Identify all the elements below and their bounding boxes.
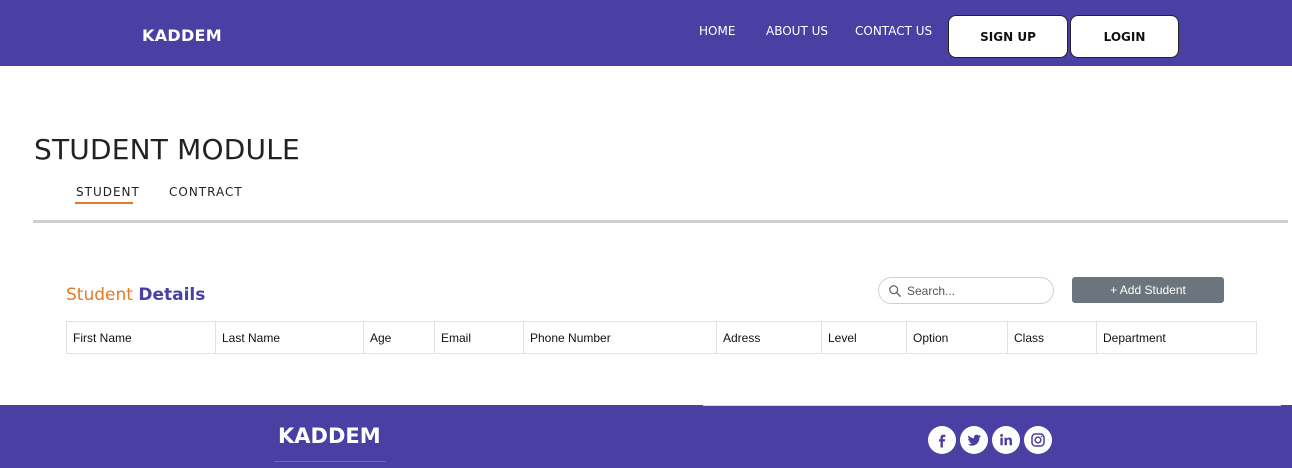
column-header-first-name[interactable]: First Name bbox=[66, 321, 216, 354]
tabs-divider bbox=[33, 220, 1288, 223]
footer bbox=[0, 405, 1292, 468]
tab-contract[interactable]: CONTRACT bbox=[169, 185, 243, 199]
nav-link-home[interactable]: HOME bbox=[699, 24, 735, 38]
section-title: Student Details bbox=[66, 285, 205, 305]
navbar-brand[interactable]: KADDEM bbox=[142, 26, 222, 45]
column-header-phone-number[interactable]: Phone Number bbox=[523, 321, 717, 354]
nav-link-contact-us[interactable]: CONTACT US bbox=[855, 24, 932, 38]
search-icon bbox=[889, 285, 901, 297]
section-title-part1: Student bbox=[66, 285, 133, 305]
nav-link-about-us[interactable]: ABOUT US bbox=[766, 24, 828, 38]
linkedin-icon[interactable] bbox=[992, 426, 1020, 454]
column-header-email[interactable]: Email bbox=[434, 321, 524, 354]
column-header-last-name[interactable]: Last Name bbox=[215, 321, 364, 354]
page-title: STUDENT MODULE bbox=[34, 133, 300, 166]
column-header-class[interactable]: Class bbox=[1007, 321, 1097, 354]
section-title-part2: Details bbox=[138, 285, 206, 305]
column-header-age[interactable]: Age bbox=[363, 321, 435, 354]
column-header-option[interactable]: Option bbox=[906, 321, 1008, 354]
footer-divider bbox=[703, 405, 1281, 406]
active-tab-indicator bbox=[75, 202, 133, 204]
column-header-level[interactable]: Level bbox=[821, 321, 907, 354]
column-header-department[interactable]: Department bbox=[1096, 321, 1257, 354]
students-table: First Name Last Name Age Email Phone Num… bbox=[66, 321, 1257, 354]
table-header-row: First Name Last Name Age Email Phone Num… bbox=[66, 321, 1257, 354]
column-header-adress[interactable]: Adress bbox=[716, 321, 822, 354]
login-button[interactable]: LOGIN bbox=[1070, 15, 1179, 58]
search-input[interactable] bbox=[907, 281, 1047, 301]
facebook-icon[interactable] bbox=[928, 426, 956, 454]
sign-up-button[interactable]: SIGN UP bbox=[948, 15, 1068, 58]
footer-brand-underline bbox=[274, 461, 386, 462]
search-box[interactable] bbox=[878, 277, 1054, 304]
tab-student[interactable]: STUDENT bbox=[76, 185, 140, 199]
footer-brand: KADDEM bbox=[278, 424, 381, 448]
twitter-icon[interactable] bbox=[960, 426, 988, 454]
add-student-button[interactable]: + Add Student bbox=[1072, 277, 1224, 303]
instagram-icon[interactable] bbox=[1024, 426, 1052, 454]
